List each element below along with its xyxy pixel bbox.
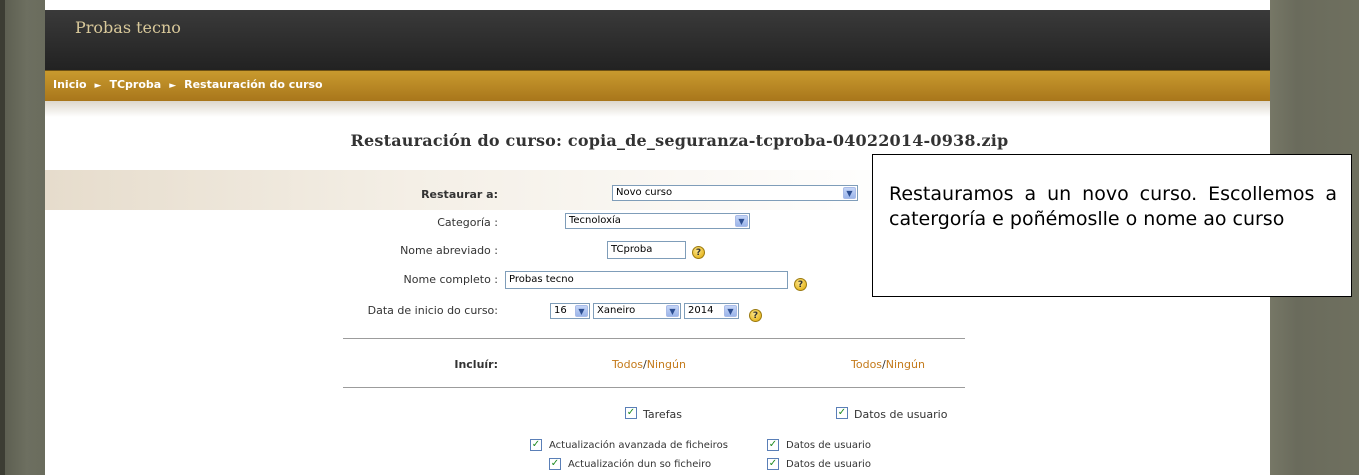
start-day-select[interactable]: 16 ▼ [550,303,590,319]
full-name-label: Nome completo : [403,273,498,286]
page-title: Restauración do curso: copia_de_seguranz… [350,131,1009,150]
help-icon[interactable]: ? [794,278,807,291]
site-brand-link[interactable]: Probas tecno [75,18,181,37]
module-single-upload-userdata-label: Datos de usuario [786,459,871,470]
breadcrumb-item-inicio[interactable]: Inicio [53,78,87,91]
breadcrumb-separator-icon: ► [94,81,102,91]
start-year-value: 2014 [688,305,714,316]
include-label: Incluír: [454,358,498,371]
chevron-down-icon: ▼ [735,215,748,227]
category-value: Tecnoloxía [569,215,621,226]
breadcrumb-item-course[interactable]: TCproba [109,78,161,91]
restore-to-value: Novo curso [616,187,673,198]
breadcrumb-item-current: Restauración do curso [184,78,323,91]
module-single-upload-label: Actualización dun so ficheiro [568,459,712,470]
breadcrumb-separator-icon: ► [169,81,177,91]
short-name-input[interactable]: TCproba [607,241,686,259]
divider-top [343,338,965,339]
module-advanced-upload-userdata-label: Datos de usuario [786,440,871,451]
help-icon[interactable]: ? [749,309,762,322]
left-edge [0,0,5,475]
start-year-select[interactable]: 2014 ▼ [684,303,739,319]
site-header [45,10,1270,70]
restore-to-select[interactable]: Novo curso ▼ [612,185,858,201]
category-select[interactable]: Tecnoloxía ▼ [565,213,750,229]
start-day-value: 16 [554,305,567,316]
module-tarefas-userdata-label: Datos de usuario [854,408,948,421]
left-background [0,0,45,475]
restore-to-label: Restaurar a: [421,188,498,201]
chevron-down-icon: ▼ [666,305,679,317]
breadcrumb: Inicio ► TCproba ► Restauración do curso [53,78,323,91]
divider-bottom [343,387,965,388]
chevron-down-icon: ▼ [843,187,856,199]
checkbox-checked-icon[interactable]: ✓ [530,439,542,451]
start-month-value: Xaneiro [597,305,636,316]
select-none-link[interactable]: Ningún [647,358,686,371]
start-month-select[interactable]: Xaneiro ▼ [593,303,681,319]
checkbox-checked-icon[interactable]: ✓ [767,458,779,470]
include-links-userdata: Todos/Ningún [851,358,925,371]
select-all-link[interactable]: Todos [612,358,643,371]
checkbox-checked-icon[interactable]: ✓ [836,407,848,419]
chevron-down-icon: ▼ [724,305,737,317]
short-name-label: Nome abreviado : [400,244,498,257]
chevron-down-icon: ▼ [575,305,588,317]
full-name-input[interactable]: Probas tecno [505,271,788,289]
start-date-label: Data de inicio do curso: [367,304,498,317]
help-icon[interactable]: ? [692,246,705,259]
module-tarefas-label: Tarefas [643,408,683,421]
header-shadow [45,101,1270,117]
include-links-modules: Todos/Ningún [612,358,686,371]
category-label: Categoría : [437,216,498,229]
checkbox-checked-icon[interactable]: ✓ [625,407,637,419]
callout-annotation: Restauramos a un novo curso. Escollemos … [872,154,1352,297]
select-all-userdata-link[interactable]: Todos [851,358,882,371]
select-none-userdata-link[interactable]: Ningún [886,358,925,371]
module-advanced-upload-label: Actualización avanzada de ficheiros [549,440,728,451]
checkbox-checked-icon[interactable]: ✓ [549,458,561,470]
checkbox-checked-icon[interactable]: ✓ [767,439,779,451]
